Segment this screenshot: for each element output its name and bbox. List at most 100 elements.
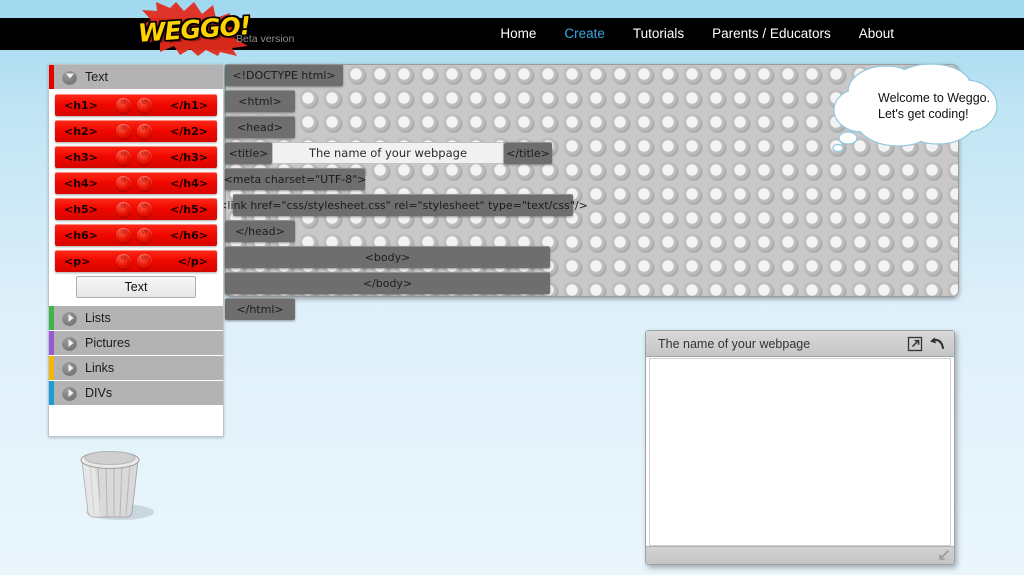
preview-footer-bar: [646, 546, 954, 564]
bubble-line-1: Welcome to Weggo.: [878, 91, 991, 105]
stud-icon: [136, 227, 152, 243]
block-studs: [115, 175, 152, 191]
block-studs: [115, 149, 152, 165]
chevron-right-icon: [62, 385, 77, 401]
code-block-title-open[interactable]: <title>: [225, 142, 272, 164]
sidebar-section-text[interactable]: Text: [49, 65, 223, 90]
stud-icon: [115, 201, 131, 217]
block-close-tag: </h3>: [170, 150, 208, 164]
logo-starburst-icon: [138, 2, 248, 56]
section-stripe-text: [49, 65, 54, 89]
sidebar-section-links[interactable]: Links: [49, 356, 223, 381]
code-block-html-open[interactable]: <html>: [225, 90, 295, 112]
sidebar-section-label-divs: DIVs: [85, 386, 113, 400]
code-block-head-open[interactable]: <head>: [225, 116, 295, 138]
code-block-html-close[interactable]: </html>: [225, 298, 295, 320]
sidebar-section-lists[interactable]: Lists: [49, 306, 223, 331]
block-close-tag: </h5>: [170, 202, 208, 216]
block-open-tag: <h6>: [64, 228, 98, 242]
block-open-tag: <p>: [64, 254, 91, 268]
stud-icon: [115, 123, 131, 139]
expand-icon[interactable]: [904, 333, 926, 355]
chevron-right-icon: [62, 335, 77, 351]
block-open-tag: <h2>: [64, 124, 98, 138]
lego-block-h6[interactable]: <h6> </h6>: [55, 224, 217, 246]
nav-menu: Home Create Tutorials Parents / Educator…: [500, 18, 894, 50]
block-open-tag: <h5>: [64, 202, 98, 216]
stud-icon: [136, 201, 152, 217]
nav-item-home[interactable]: Home: [500, 18, 536, 50]
block-palette-sidebar: Text <h1> </h1> <h2> </h2> <h3> </h3> <h…: [48, 64, 224, 437]
section-stripe-pictures: [49, 331, 54, 355]
preview-window: The name of your webpage: [645, 330, 955, 565]
text-blocks-list: <h1> </h1> <h2> </h2> <h3> </h3> <h4> </…: [49, 90, 223, 306]
preview-content-area[interactable]: [649, 358, 951, 546]
block-open-tag: <h1>: [64, 98, 98, 112]
stud-icon: [136, 175, 152, 191]
stud-icon: [136, 123, 152, 139]
stud-icon: [115, 149, 131, 165]
bubble-line-2: Let's get coding!: [878, 107, 969, 121]
code-block-body-open[interactable]: <body>: [225, 246, 550, 268]
code-block-meta-charset[interactable]: <meta charset="UTF-8">: [224, 168, 366, 190]
code-row-head-close: </head>: [225, 220, 573, 242]
text-category-button[interactable]: Text: [76, 276, 196, 298]
code-row-html-close: </html>: [225, 298, 573, 320]
sidebar-section-label-lists: Lists: [85, 311, 111, 325]
code-block-doctype[interactable]: <!DOCTYPE html>: [225, 64, 343, 86]
code-row-doctype: <!DOCTYPE html>: [225, 64, 573, 86]
section-stripe-lists: [49, 306, 54, 330]
trash-can[interactable]: [68, 444, 158, 529]
lego-block-h4[interactable]: <h4> </h4>: [55, 172, 217, 194]
nav-item-parents-educators[interactable]: Parents / Educators: [712, 18, 831, 50]
block-close-tag: </h2>: [170, 124, 208, 138]
code-block-head-close[interactable]: </head>: [225, 220, 295, 242]
block-close-tag: </h6>: [170, 228, 208, 242]
lego-block-h5[interactable]: <h5> </h5>: [55, 198, 217, 220]
block-close-tag: </h4>: [170, 176, 208, 190]
title-text-input[interactable]: The name of your webpage: [272, 142, 504, 164]
trash-can-icon: [80, 451, 154, 520]
preview-title-bar: The name of your webpage: [646, 331, 954, 357]
block-open-tag: <h3>: [64, 150, 98, 164]
section-stripe-divs: [49, 381, 54, 405]
code-block-stack: <!DOCTYPE html> <html> <head> <title> Th…: [218, 64, 588, 324]
weggo-logo[interactable]: WEGGO!: [137, 2, 251, 56]
sidebar-section-label-text: Text: [85, 70, 108, 84]
block-studs: [115, 123, 152, 139]
lego-block-p[interactable]: <p> </p>: [55, 250, 217, 272]
sidebar-section-divs[interactable]: DIVs: [49, 381, 223, 406]
code-row-html-open: <html>: [225, 90, 573, 112]
block-studs: [115, 227, 152, 243]
sidebar-section-label-pictures: Pictures: [85, 336, 131, 350]
chevron-right-icon: [62, 360, 77, 376]
nav-item-about[interactable]: About: [859, 18, 894, 50]
stud-icon: [115, 175, 131, 191]
code-row-head-open: <head>: [225, 116, 573, 138]
resize-grip-icon[interactable]: [937, 548, 951, 567]
lego-block-h3[interactable]: <h3> </h3>: [55, 146, 217, 168]
chevron-down-icon: [62, 69, 77, 85]
block-open-tag: <h4>: [64, 176, 98, 190]
nav-item-tutorials[interactable]: Tutorials: [633, 18, 684, 50]
welcome-speech-bubble[interactable]: Welcome to Weggo. Let's get coding!: [826, 62, 1002, 167]
stud-icon: [136, 253, 152, 269]
nav-item-create[interactable]: Create: [564, 18, 605, 50]
block-studs: [115, 97, 152, 113]
sidebar-section-pictures[interactable]: Pictures: [49, 331, 223, 356]
code-row-link: <link href="css/stylesheet.css" rel="sty…: [218, 194, 588, 216]
code-block-title-close[interactable]: </title>: [504, 142, 552, 164]
code-block-link-stylesheet[interactable]: <link href="css/stylesheet.css" rel="sty…: [218, 194, 588, 216]
code-row-body-close: </body>: [225, 272, 573, 294]
undo-icon[interactable]: [926, 333, 948, 355]
sidebar-section-label-links: Links: [85, 361, 115, 375]
stud-icon: [115, 97, 131, 113]
section-stripe-links: [49, 356, 54, 380]
code-row-title: <title> The name of your webpage </title…: [225, 142, 573, 164]
stud-icon: [136, 97, 152, 113]
code-row-meta: <meta charset="UTF-8">: [224, 168, 573, 190]
lego-block-h1[interactable]: <h1> </h1>: [55, 94, 217, 116]
code-block-body-close[interactable]: </body>: [225, 272, 550, 294]
lego-block-h2[interactable]: <h2> </h2>: [55, 120, 217, 142]
bubble-message: Welcome to Weggo. Let's get coding!: [878, 90, 996, 122]
